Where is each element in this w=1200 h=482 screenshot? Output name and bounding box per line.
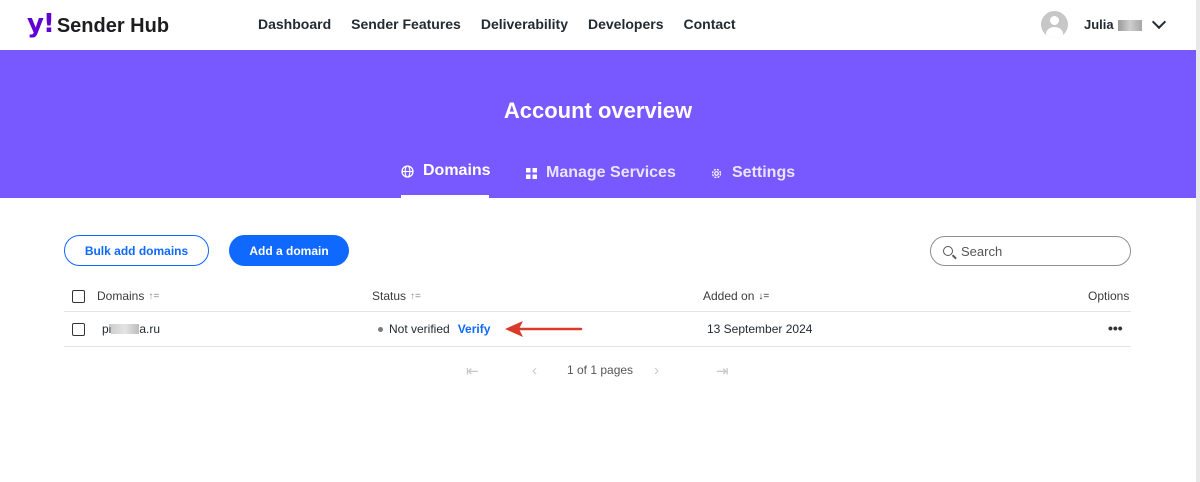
logo-text: Sender Hub bbox=[56, 15, 170, 37]
more-options-icon[interactable]: ••• bbox=[1108, 320, 1123, 336]
domain-suffix: a.ru bbox=[139, 322, 161, 336]
main-nav: Dashboard Sender Features Deliverability… bbox=[258, 16, 736, 32]
globe-icon bbox=[401, 165, 414, 181]
bulk-add-domains-button[interactable]: Bulk add domains bbox=[64, 235, 209, 266]
top-header: y! Sender Hub Dashboard Sender Features … bbox=[0, 0, 1196, 50]
nav-contact[interactable]: Contact bbox=[683, 16, 735, 32]
tab-bar: Domains Manage Services Settings bbox=[0, 162, 1196, 198]
yahoo-logo-mark: y! bbox=[27, 9, 55, 39]
select-all-checkbox[interactable] bbox=[72, 290, 85, 303]
verify-link[interactable]: Verify bbox=[458, 322, 491, 336]
search-input[interactable] bbox=[961, 243, 1121, 259]
tab-domains[interactable]: Domains bbox=[401, 162, 491, 198]
tab-settings-label: Settings bbox=[732, 164, 796, 181]
added-on-cell: 13 September 2024 bbox=[707, 322, 813, 336]
nav-developers[interactable]: Developers bbox=[588, 16, 663, 32]
column-header-added-on[interactable]: Added on ↓= bbox=[703, 289, 769, 303]
column-domains-label: Domains bbox=[97, 289, 145, 303]
row-divider bbox=[64, 346, 1131, 347]
scrollbar[interactable] bbox=[1196, 0, 1200, 482]
chevron-down-icon bbox=[1151, 14, 1166, 30]
search-box[interactable] bbox=[930, 236, 1131, 266]
avatar-icon bbox=[1041, 11, 1068, 38]
column-header-domains[interactable]: Domains ↑= bbox=[97, 289, 159, 303]
tab-manage-services[interactable]: Manage Services bbox=[526, 164, 676, 200]
sort-icon: ↑= bbox=[148, 290, 160, 302]
nav-sender-features[interactable]: Sender Features bbox=[351, 16, 461, 32]
user-name: Julia bbox=[1084, 17, 1142, 32]
column-header-status[interactable]: Status ↑= bbox=[372, 289, 421, 303]
tab-manage-services-label: Manage Services bbox=[546, 164, 676, 181]
sort-desc-icon: ↓= bbox=[758, 290, 770, 302]
status-dot-icon bbox=[378, 326, 383, 332]
nav-dashboard[interactable]: Dashboard bbox=[258, 16, 331, 32]
grid-icon bbox=[526, 167, 537, 182]
prev-page-icon[interactable]: ‹ bbox=[532, 362, 537, 379]
column-added-on-label: Added on bbox=[703, 289, 755, 303]
account-hero: Account overview Domains Manage Services… bbox=[0, 50, 1196, 198]
tab-settings[interactable]: Settings bbox=[710, 164, 795, 200]
column-options-label: Options bbox=[1088, 289, 1130, 303]
redacted-domain-part bbox=[111, 324, 140, 334]
page-title: Account overview bbox=[503, 98, 693, 123]
status-text: Not verified bbox=[389, 322, 450, 336]
next-page-icon[interactable]: › bbox=[654, 362, 659, 379]
last-page-icon[interactable]: ⇥ bbox=[716, 362, 729, 380]
first-page-icon[interactable]: ⇤ bbox=[466, 362, 479, 380]
sort-icon: ↑= bbox=[410, 290, 421, 302]
gear-icon bbox=[710, 167, 723, 183]
search-icon bbox=[943, 246, 953, 256]
status-cell: Not verified Verify bbox=[378, 322, 490, 336]
annotation-arrow-icon bbox=[505, 321, 583, 337]
column-status-label: Status bbox=[372, 289, 407, 303]
row-checkbox[interactable] bbox=[72, 323, 85, 336]
tab-domains-label: Domains bbox=[423, 162, 491, 179]
domain-prefix: pi bbox=[102, 322, 112, 336]
redacted-surname bbox=[1117, 20, 1142, 32]
add-domain-button[interactable]: Add a domain bbox=[229, 235, 349, 266]
header-divider bbox=[64, 311, 1131, 312]
user-menu[interactable]: Julia bbox=[1041, 11, 1166, 38]
domain-cell[interactable]: pi a.ru bbox=[102, 322, 160, 336]
pagination-label: 1 of 1 pages bbox=[567, 363, 634, 377]
column-header-options: Options bbox=[1088, 289, 1129, 303]
nav-deliverability[interactable]: Deliverability bbox=[481, 16, 568, 32]
sender-hub-logo[interactable]: y! Sender Hub bbox=[27, 11, 169, 39]
